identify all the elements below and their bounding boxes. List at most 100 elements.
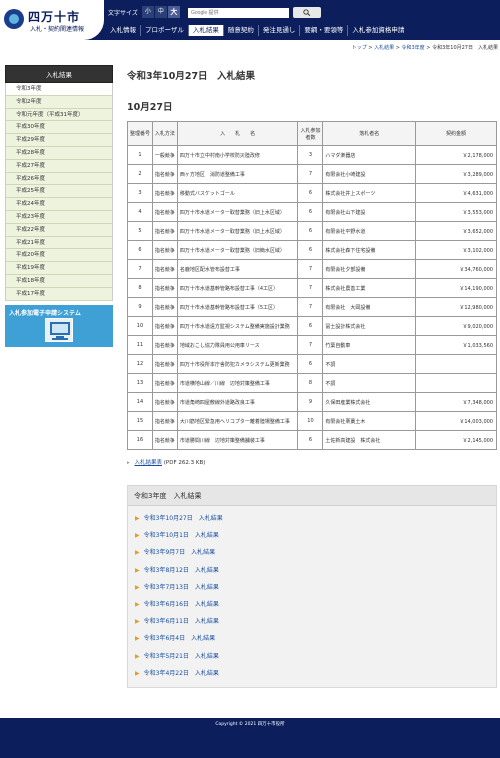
site-header: 四万十市 入札・契約関連情報 文字サイズ 小 中 大 入札情報 プロポーザル 入… bbox=[0, 0, 500, 40]
sidebar-item-h28[interactable]: 平成28年度 bbox=[6, 147, 112, 160]
sidebar-item-r3[interactable]: 令和3年度 bbox=[6, 83, 112, 96]
cell-method: 指名競争 bbox=[151, 430, 178, 450]
nav-proposal[interactable]: プロポーザル bbox=[141, 25, 189, 36]
year-result-link[interactable]: 令和3年9月7日 入札結果 bbox=[144, 549, 215, 556]
nav-order-outlook[interactable]: 発注見通し bbox=[259, 25, 301, 36]
breadcrumb: トップ > 入札結果 > 令和3年度 > 令和3年10月27日 入札結果 bbox=[352, 44, 498, 51]
cell-amount bbox=[415, 354, 497, 374]
cell-amount: ￥14,190,000 bbox=[415, 278, 497, 298]
sidebar-item-r1[interactable]: 令和元年度（平成31年度） bbox=[6, 109, 112, 122]
year-result-link[interactable]: 令和3年7月13日 入札結果 bbox=[144, 584, 219, 591]
sidebar-item-h29[interactable]: 平成29年度 bbox=[6, 134, 112, 147]
breadcrumb-top[interactable]: トップ bbox=[352, 45, 367, 51]
font-size-small-button[interactable]: 小 bbox=[141, 6, 154, 18]
sidebar-item-h19[interactable]: 平成19年度 bbox=[6, 262, 112, 275]
logo-title: 四万十市 bbox=[28, 10, 81, 24]
col-participants-label: 入札参加者数 bbox=[300, 127, 321, 141]
sidebar-item-h26[interactable]: 平成26年度 bbox=[6, 173, 112, 186]
col-name: 入 札 名 bbox=[176, 121, 299, 146]
breadcrumb-fiscal-year[interactable]: 令和3年度 bbox=[402, 45, 425, 51]
year-results-list: ▶ 令和3年10月27日 入札結果 ▶ 令和3年10月1日 入札結果 ▶ 令和3年9月7日… bbox=[128, 506, 496, 682]
sidebar-item-h30[interactable]: 平成30年度 bbox=[6, 121, 112, 135]
cell-amount: ￥3,652,000 bbox=[415, 221, 497, 241]
year-result-link[interactable]: 令和3年8月12日 入札結果 bbox=[144, 567, 219, 574]
list-item: ▶ 令和3年6月11日 入札結果 bbox=[128, 613, 496, 630]
col-method-label: 入札方法 bbox=[154, 131, 175, 137]
cell-participants: 8 bbox=[297, 373, 324, 393]
table-row: 1 一般競争 四万十市立中村南小学校防災陸改修 3 ハマダ楽器店 ￥2,178,000 bbox=[127, 145, 497, 165]
col-method: 入札方法 bbox=[151, 121, 178, 146]
pdf-download-link[interactable]: 入札結果表 bbox=[135, 460, 163, 466]
cell-method: 指名競争 bbox=[151, 259, 178, 279]
cell-amount: ￥2,178,000 bbox=[415, 145, 497, 165]
list-item: ▶ 令和3年7月13日 入札結果 bbox=[128, 579, 496, 596]
year-result-link[interactable]: 令和3年6月4日 入札結果 bbox=[144, 635, 215, 642]
cell-participants: 6 bbox=[297, 221, 324, 241]
cell-winner: 土佐新高建設 株式会社 bbox=[322, 430, 417, 450]
arrow-right-icon: ▶ bbox=[135, 566, 140, 574]
year-result-link[interactable]: 令和3年6月11日 入札結果 bbox=[144, 618, 219, 625]
cell-method: 指名競争 bbox=[151, 316, 178, 336]
arrow-right-icon: ▶ bbox=[135, 583, 140, 591]
col-winner: 落札者名 bbox=[322, 121, 417, 146]
breadcrumb-bid-results[interactable]: 入札結果 bbox=[374, 45, 394, 51]
search-button[interactable] bbox=[293, 7, 321, 18]
arrow-right-icon: ▶ bbox=[135, 652, 140, 660]
year-box-title: 令和3年度 入札結果 bbox=[128, 486, 496, 506]
cell-name: 市道横地山線／川線 辺地対策整備工事 bbox=[176, 373, 299, 393]
cell-method: 指名競争 bbox=[151, 297, 178, 317]
arrow-right-icon: ▶ bbox=[135, 635, 140, 643]
cell-name: 四万十市水道基幹管路布設替工事（4工区） bbox=[176, 278, 299, 298]
sidebar-item-r2[interactable]: 令和2年度 bbox=[6, 96, 112, 109]
sidebar-item-h25[interactable]: 平成25年度 bbox=[6, 185, 112, 199]
cell-name: 四万十市水道遠方監視システム整備実施設計業務 bbox=[176, 316, 299, 336]
font-size-medium-button[interactable]: 中 bbox=[154, 6, 167, 18]
table-row: 8 指名競争 四万十市水道基幹管路布設替工事（4工区） 7 株式会社農善工業 ￥14,19… bbox=[127, 278, 497, 298]
cell-amount: ￥3,553,000 bbox=[415, 202, 497, 222]
search-input[interactable] bbox=[188, 8, 289, 18]
logo-subtitle: 入札・契約関連情報 bbox=[30, 26, 85, 33]
year-result-link[interactable]: 令和3年4月22日 入札結果 bbox=[144, 670, 219, 677]
cell-participants: 10 bbox=[297, 411, 324, 431]
cell-participants: 6 bbox=[297, 430, 324, 450]
cell-participants: 6 bbox=[297, 316, 324, 336]
breadcrumb-separator: > bbox=[368, 45, 373, 51]
cell-name: 市道勝間川線 辺地対策整備舗装工事 bbox=[176, 430, 299, 450]
arrow-right-icon: ▶ bbox=[135, 549, 140, 557]
list-item: ▶ 令和3年6月4日 入札結果 bbox=[128, 630, 496, 647]
search-icon bbox=[303, 9, 311, 16]
nav-bid-results[interactable]: 入札結果 bbox=[188, 25, 224, 36]
cell-winner: 株式会社森下住宅設備 bbox=[322, 240, 417, 260]
cell-amount: ￥2,145,000 bbox=[415, 430, 497, 450]
font-size-large-button[interactable]: 大 bbox=[167, 6, 180, 18]
sidebar-item-h23[interactable]: 平成23年度 bbox=[6, 211, 112, 224]
year-result-link[interactable]: 令和3年6月16日 入札結果 bbox=[144, 601, 219, 608]
cell-winner: 株式会社井上スポーツ bbox=[322, 183, 417, 203]
cell-amount: ￥3,289,000 bbox=[415, 164, 497, 184]
e-application-banner[interactable]: 入札参加電子申請システム bbox=[5, 304, 113, 347]
sidebar-item-h18[interactable]: 平成18年度 bbox=[6, 275, 112, 288]
sidebar-item-h27[interactable]: 平成27年度 bbox=[6, 160, 112, 173]
sidebar-item-h20[interactable]: 平成20年度 bbox=[6, 249, 112, 263]
cell-winner: 不調 bbox=[322, 373, 417, 393]
nav-qualification-application[interactable]: 入札参加資格申請 bbox=[348, 25, 408, 36]
year-result-link[interactable]: 令和3年10月1日 入札結果 bbox=[144, 532, 219, 539]
nav-negotiated-contract[interactable]: 随意契約 bbox=[224, 25, 259, 36]
cell-method: 指名競争 bbox=[151, 278, 178, 298]
list-item: ▶ 令和3年9月7日 入札結果 bbox=[128, 544, 496, 561]
sidebar-item-h21[interactable]: 平成21年度 bbox=[6, 237, 112, 250]
sidebar-item-h22[interactable]: 平成22年度 bbox=[6, 224, 112, 237]
col-amount: 契約金額 bbox=[415, 121, 497, 146]
table-row: 7 指名競争 名鹿地区配水管布設替工事 7 有限会社夕部設備 ￥34,760,000 bbox=[127, 259, 497, 279]
cell-number: 6 bbox=[127, 240, 153, 260]
nav-guidelines[interactable]: 要綱・要領等 bbox=[300, 25, 349, 36]
sidebar-item-h17[interactable]: 平成17年度 bbox=[6, 288, 112, 301]
sidebar-item-h24[interactable]: 平成24年度 bbox=[6, 198, 112, 211]
year-result-link[interactable]: 令和3年5月21日 入札結果 bbox=[144, 653, 219, 660]
year-result-link[interactable]: 令和3年10月27日 入札結果 bbox=[144, 515, 223, 522]
cell-amount: ￥3,102,000 bbox=[415, 240, 497, 260]
site-logo[interactable]: 四万十市 入札・契約関連情報 bbox=[0, 0, 104, 40]
breadcrumb-current: 令和3年10月27日 入札結果 bbox=[432, 45, 498, 51]
nav-bid-info[interactable]: 入札情報 bbox=[106, 25, 141, 36]
cell-name: 大川筋地区緊急用ヘリコプター離着陸場整備工事 bbox=[176, 411, 299, 431]
